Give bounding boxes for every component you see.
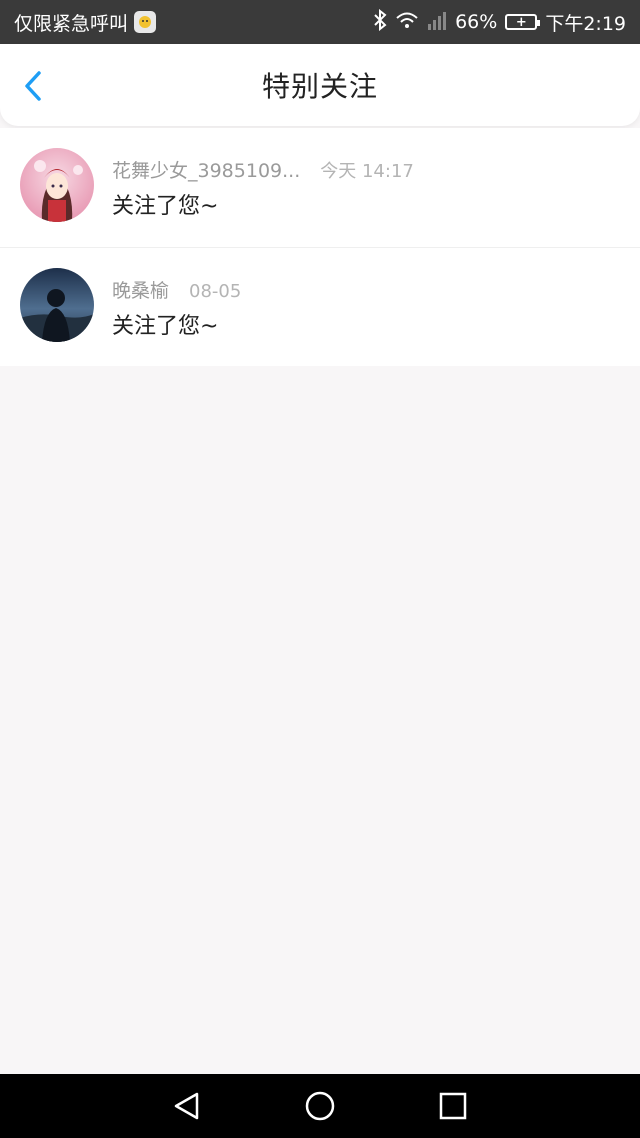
username[interactable]: 花舞少女_3985109...	[112, 156, 300, 183]
status-bar: 仅限紧急呼叫 66% + 下午2:19	[0, 0, 640, 44]
nav-home-icon[interactable]	[300, 1086, 340, 1126]
carrier-text: 仅限紧急呼叫	[14, 12, 129, 35]
list-item[interactable]: 花舞少女_3985109... 今天 14:17 关注了您~	[0, 128, 640, 247]
header: 特别关注	[0, 44, 640, 126]
system-nav-bar	[0, 1074, 640, 1138]
battery-icon: +	[505, 14, 541, 30]
nav-back-icon[interactable]	[167, 1086, 207, 1126]
item-body: 晚桑榆 08-05 关注了您~	[112, 268, 241, 340]
status-left: 仅限紧急呼叫	[14, 9, 157, 36]
avatar[interactable]	[20, 268, 94, 342]
list-item[interactable]: 晚桑榆 08-05 关注了您~	[0, 247, 640, 366]
notification-list: 花舞少女_3985109... 今天 14:17 关注了您~ 晚桑榆 08-05…	[0, 128, 640, 366]
page-title: 特别关注	[261, 70, 378, 103]
notification-app-icon	[134, 11, 157, 33]
back-button[interactable]	[14, 66, 54, 106]
signal-icon	[427, 10, 447, 35]
battery-percent: 66%	[455, 11, 498, 33]
avatar[interactable]	[20, 148, 94, 222]
bluetooth-icon	[373, 8, 387, 36]
clock: 下午2:19	[545, 12, 626, 35]
status-right: 66% + 下午2:19	[373, 8, 626, 36]
message-text: 关注了您~	[112, 314, 219, 339]
timestamp: 08-05	[189, 281, 242, 302]
wifi-icon	[395, 10, 419, 35]
nav-recents-icon[interactable]	[433, 1086, 473, 1126]
message-text: 关注了您~	[112, 194, 219, 219]
meta-line: 晚桑榆 08-05	[112, 276, 241, 304]
username[interactable]: 晚桑榆	[112, 276, 169, 303]
meta-line: 花舞少女_3985109... 今天 14:17	[112, 156, 414, 184]
back-chevron-icon	[25, 71, 41, 101]
timestamp: 今天 14:17	[320, 161, 414, 182]
item-body: 花舞少女_3985109... 今天 14:17 关注了您~	[112, 148, 414, 220]
